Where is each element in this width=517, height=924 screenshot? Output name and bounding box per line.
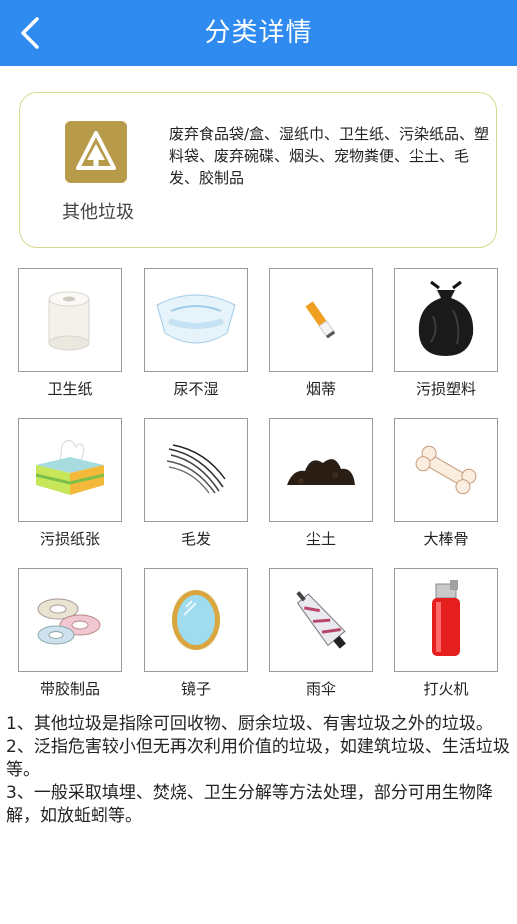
- item-soiled-plastic[interactable]: 污损塑料: [394, 268, 498, 399]
- item-label: 大棒骨: [423, 530, 469, 548]
- item-big-bone[interactable]: 大棒骨: [394, 418, 498, 549]
- item-image: [18, 268, 122, 372]
- item-label: 污损纸张: [39, 530, 100, 548]
- item-image: [144, 268, 248, 372]
- item-dust[interactable]: 尘土: [269, 418, 373, 549]
- header-bar: 分类详情: [0, 0, 517, 66]
- item-label: 毛发: [180, 530, 211, 548]
- item-label: 带胶制品: [39, 680, 100, 698]
- notes-section: 1、其他垃圾是指除可回收物、厨余垃圾、有害垃圾之外的垃圾。 2、泛指危害较小但无…: [6, 713, 511, 828]
- item-image: [18, 418, 122, 522]
- item-lighter[interactable]: 打火机: [394, 568, 498, 699]
- item-soiled-paper[interactable]: 污损纸张: [18, 418, 122, 549]
- item-hair[interactable]: 毛发: [144, 418, 248, 549]
- item-cigarette-butt[interactable]: 烟蒂: [269, 268, 373, 399]
- item-label: 污损塑料: [415, 380, 476, 398]
- toilet-paper-icon: [48, 291, 90, 351]
- note-2: 2、泛指危害较小但无再次利用价值的垃圾，如建筑垃圾、生活垃圾等。: [6, 737, 510, 780]
- bone-icon: [415, 445, 477, 495]
- category-card: 其他垃圾 废弃食品袋/盒、湿纸巾、卫生纸、污染纸品、塑料袋、废弃碗碟、烟头、宠物…: [19, 92, 497, 248]
- item-image: [394, 568, 498, 672]
- item-toilet-paper[interactable]: 卫生纸: [18, 268, 122, 399]
- item-image: [269, 568, 373, 672]
- item-image: [144, 418, 248, 522]
- other-waste-logo-icon: [65, 121, 127, 183]
- item-image: [269, 268, 373, 372]
- item-label: 打火机: [423, 680, 469, 698]
- item-adhesive-products[interactable]: 带胶制品: [18, 568, 122, 699]
- lighter-icon: [432, 580, 460, 656]
- tissue-box-icon: [35, 440, 105, 495]
- item-diaper[interactable]: 尿不湿: [144, 268, 248, 399]
- item-umbrella[interactable]: 雨伞: [269, 568, 373, 699]
- item-label: 镜子: [180, 680, 211, 698]
- item-label: 卫生纸: [47, 380, 93, 398]
- trash-bag-icon: [418, 280, 474, 356]
- hair-icon: [166, 444, 226, 494]
- item-label: 尘土: [305, 530, 336, 548]
- tape-rolls-icon: [37, 598, 101, 645]
- item-image: [394, 418, 498, 522]
- item-image: [144, 568, 248, 672]
- note-1: 1、其他垃圾是指除可回收物、厨余垃圾、有害垃圾之外的垃圾。: [6, 714, 493, 734]
- item-image: [394, 268, 498, 372]
- item-label: 雨伞: [305, 680, 336, 698]
- umbrella-icon: [296, 591, 346, 649]
- item-image: [269, 418, 373, 522]
- category-name: 其他垃圾: [62, 202, 134, 223]
- item-image: [18, 568, 122, 672]
- note-3: 3、一般采取填埋、焚烧、卫生分解等方法处理，部分可用生物降解，如放蚯蚓等。: [6, 783, 493, 826]
- cigarette-icon: [305, 301, 336, 339]
- item-label: 烟蒂: [305, 380, 336, 398]
- item-mirror[interactable]: 镜子: [144, 568, 248, 699]
- diaper-icon: [156, 294, 236, 344]
- mirror-icon: [172, 590, 220, 650]
- category-description: 废弃食品袋/盒、湿纸巾、卫生纸、污染纸品、塑料袋、废弃碗碟、烟头、宠物粪便、尘土…: [169, 125, 490, 187]
- page-title: 分类详情: [204, 18, 313, 48]
- dust-pile-icon: [287, 459, 355, 485]
- item-label: 尿不湿: [173, 380, 219, 398]
